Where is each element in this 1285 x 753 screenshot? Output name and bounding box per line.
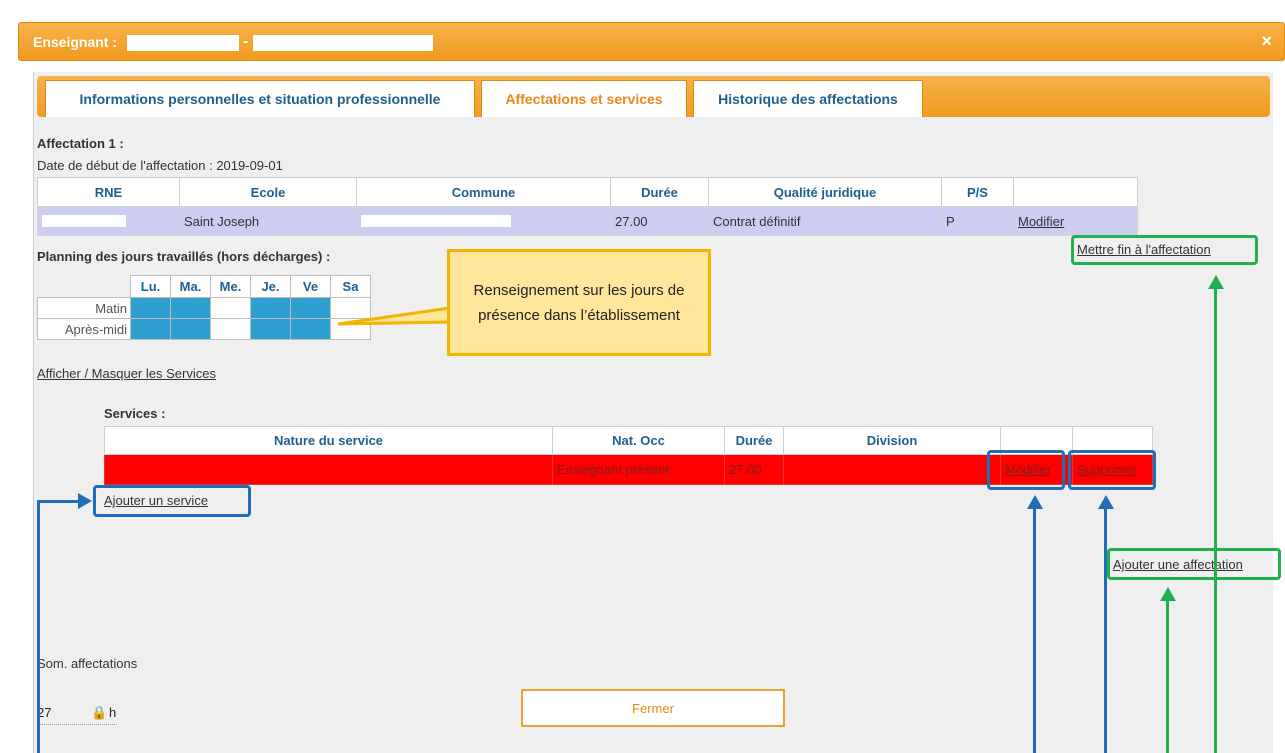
close-icon[interactable]: × — [1261, 31, 1272, 52]
highlight-delete-service — [1068, 450, 1156, 490]
arrow-head-modify — [1027, 495, 1043, 509]
dialog-title: Enseignant : — [33, 34, 118, 50]
col-commune: Commune — [356, 177, 611, 207]
dialog-titlebar: Enseignant : - × — [18, 22, 1285, 61]
slot-cell[interactable] — [250, 297, 291, 319]
affectation-start-date: Date de début de l'affectation : 2019-09… — [37, 158, 283, 173]
cell-nat-occ: Enseignant présent — [552, 454, 725, 485]
day-lu: Lu. — [130, 275, 171, 298]
arrow-line-add-service — [37, 500, 40, 753]
arrow-head-delete — [1098, 495, 1114, 509]
arrow-line-add-affectation — [1166, 600, 1169, 753]
redacted-name — [127, 35, 239, 51]
cell-qualite: Contrat définitif — [708, 206, 942, 236]
col-ps: P/S — [941, 177, 1014, 207]
planning-corner — [37, 275, 131, 298]
slot-cell[interactable] — [210, 297, 251, 319]
day-ma: Ma. — [170, 275, 211, 298]
arrow-line-modify — [1033, 508, 1036, 753]
highlight-modify-service — [987, 450, 1065, 490]
services-heading: Services : — [104, 406, 166, 421]
arrow-head-add-affectation — [1160, 587, 1176, 601]
callout-pointer — [337, 306, 452, 326]
cell-duree: 27.00 — [610, 206, 709, 236]
affectation-table: RNE Ecole Commune Durée Qualité juridiqu… — [37, 177, 1138, 236]
col-nature: Nature du service — [104, 426, 553, 455]
col-rne: RNE — [37, 177, 180, 207]
dialog-content — [33, 72, 1273, 753]
highlight-add-service — [93, 485, 251, 517]
slot-cell[interactable] — [250, 318, 291, 340]
planning-row-apres-midi: Après-midi — [37, 318, 371, 340]
row-label-apres-midi: Après-midi — [37, 318, 131, 340]
day-je: Je. — [250, 275, 291, 298]
arrow-line-delete — [1104, 508, 1107, 753]
day-ve: Ve — [290, 275, 331, 298]
col-ecole: Ecole — [179, 177, 357, 207]
slot-cell[interactable] — [290, 297, 331, 319]
col-service-duree: Durée — [724, 426, 784, 455]
slot-cell[interactable] — [290, 318, 331, 340]
summary-label: Som. affectations — [37, 656, 138, 671]
cell-action: Modifier — [1013, 206, 1138, 236]
cell-division — [783, 454, 1001, 485]
cell-nature — [104, 454, 553, 485]
slot-cell[interactable] — [170, 297, 211, 319]
summary-field: 27 🔒 h — [37, 705, 117, 725]
callout-note: Renseignement sur les jours de présence … — [447, 249, 711, 356]
arrow-line-end-affectation — [1214, 288, 1217, 753]
redacted-firstname — [253, 35, 433, 51]
tab-historique[interactable]: Historique des affectations — [693, 80, 923, 117]
arrow-head-end-affectation — [1208, 275, 1224, 289]
callout-text: Renseignement sur les jours de présence … — [473, 281, 685, 324]
col-action — [1013, 177, 1138, 207]
cell-rne — [37, 206, 180, 236]
slot-cell[interactable] — [210, 318, 251, 340]
planning-heading: Planning des jours travaillés (hors déch… — [37, 249, 331, 264]
toggle-services-link[interactable]: Afficher / Masquer les Services — [37, 366, 216, 381]
tab-affectations[interactable]: Affectations et services — [481, 80, 687, 117]
cell-ps: P — [941, 206, 1014, 236]
affectation-header-row: RNE Ecole Commune Durée Qualité juridiqu… — [37, 177, 1138, 207]
row-label-matin: Matin — [37, 297, 131, 319]
lock-icon: 🔒 — [91, 705, 108, 720]
modify-affectation-link[interactable]: Modifier — [1018, 214, 1064, 229]
highlight-end-affectation — [1071, 235, 1258, 265]
affectation-heading: Affectation 1 : — [37, 136, 124, 151]
slot-cell[interactable] — [130, 297, 171, 319]
cell-ecole: Saint Joseph — [179, 206, 357, 236]
highlight-add-affectation — [1107, 548, 1281, 580]
planning-table: Lu. Ma. Me. Je. Ve Sa Matin Après-midi — [37, 275, 371, 340]
table-row: Saint Joseph 27.00 Contrat définitif P M… — [37, 206, 1138, 236]
close-button[interactable]: Fermer — [521, 689, 785, 727]
cell-commune — [356, 206, 611, 236]
col-qualite: Qualité juridique — [708, 177, 942, 207]
tab-informations[interactable]: Informations personnelles et situation p… — [45, 80, 475, 117]
col-duree: Durée — [610, 177, 709, 207]
col-division: Division — [783, 426, 1001, 455]
col-nat-occ: Nat. Occ — [552, 426, 725, 455]
cell-service-duree: 27.00 — [724, 454, 784, 485]
slot-cell[interactable] — [130, 318, 171, 340]
day-sa: Sa — [330, 275, 371, 298]
planning-row-matin: Matin — [37, 297, 371, 319]
planning-header-row: Lu. Ma. Me. Je. Ve Sa — [37, 275, 371, 298]
summary-unit: h — [109, 705, 117, 720]
day-me: Me. — [210, 275, 251, 298]
slot-cell[interactable] — [170, 318, 211, 340]
arrow-head-add-service — [78, 493, 92, 509]
